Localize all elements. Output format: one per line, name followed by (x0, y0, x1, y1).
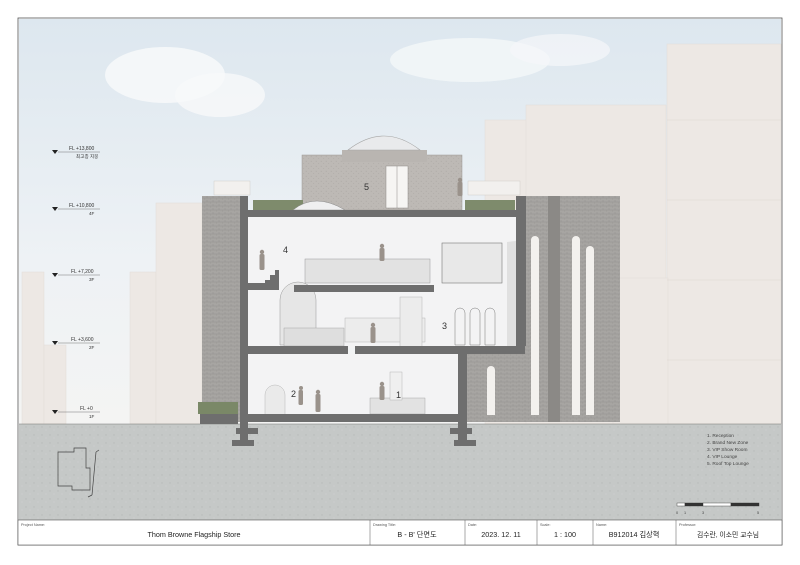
level-elevation: FL +7,200 (71, 269, 94, 275)
professor-label: Professor: (679, 523, 696, 527)
name-value: B912014 김상혁 (609, 530, 660, 539)
legend-item: 5. Roof Top Lounge (707, 461, 749, 467)
project-name-value: Thom Browne Flagship Store (147, 530, 240, 539)
drawing-title-label: Drawing Title: (373, 523, 396, 527)
room-number-vip-show-room: 3 (442, 321, 447, 331)
level-elevation: FL +3,600 (71, 337, 94, 343)
scale-label: Scale: (540, 523, 551, 527)
scale-tick: 5 (757, 511, 759, 515)
legend-item: 3. VIP Show Room (707, 447, 747, 453)
level-name: 4F (89, 211, 95, 216)
brick-facade-left (202, 196, 240, 422)
legend-item: 2. Brand New Zone (707, 440, 749, 446)
scale-tick: 3 (702, 511, 704, 515)
drawing-canvas: FL +13,800 최고층 지붕 FL +10,800 4F FL +7,20… (17, 17, 783, 546)
room-number-reception: 1 (396, 390, 401, 400)
level-name: 1F (89, 414, 95, 419)
level-name: 3F (89, 277, 95, 282)
room-number-vip-lounge: 4 (283, 245, 288, 255)
section-drawing-sheet: FL +13,800 최고층 지붕 FL +10,800 4F FL +7,20… (0, 0, 800, 565)
project-name-label: Project Name: (21, 523, 45, 527)
scale-tick: 0 (676, 511, 678, 515)
level-name: 2F (89, 345, 95, 350)
room-number-brand-new-zone: 2 (291, 389, 296, 399)
date-value: 2023. 12. 11 (481, 530, 520, 539)
ground-section (19, 424, 781, 520)
scale-tick: 1 (684, 511, 686, 515)
level-elevation: FL +0 (80, 406, 93, 412)
room-number-roof-top-lounge: 5 (364, 182, 369, 192)
professor-value: 김수란, 이소민 교수님 (697, 530, 759, 539)
planter (198, 402, 238, 424)
level-elevation: FL +10,800 (69, 203, 94, 209)
scale-value: 1 : 100 (554, 530, 576, 539)
drawing-title-value: B - B' 단면도 (397, 530, 437, 539)
title-block: Project Name: Thom Browne Flagship Store… (17, 519, 783, 546)
level-elevation: FL +13,800 (69, 146, 94, 152)
legend-item: 4. VIP Lounge (707, 454, 738, 460)
name-label: Name: (596, 523, 607, 527)
legend-item: 1. Reception (707, 433, 734, 439)
date-label: Date: (468, 523, 477, 527)
level-name: 최고층 지붕 (76, 153, 98, 160)
